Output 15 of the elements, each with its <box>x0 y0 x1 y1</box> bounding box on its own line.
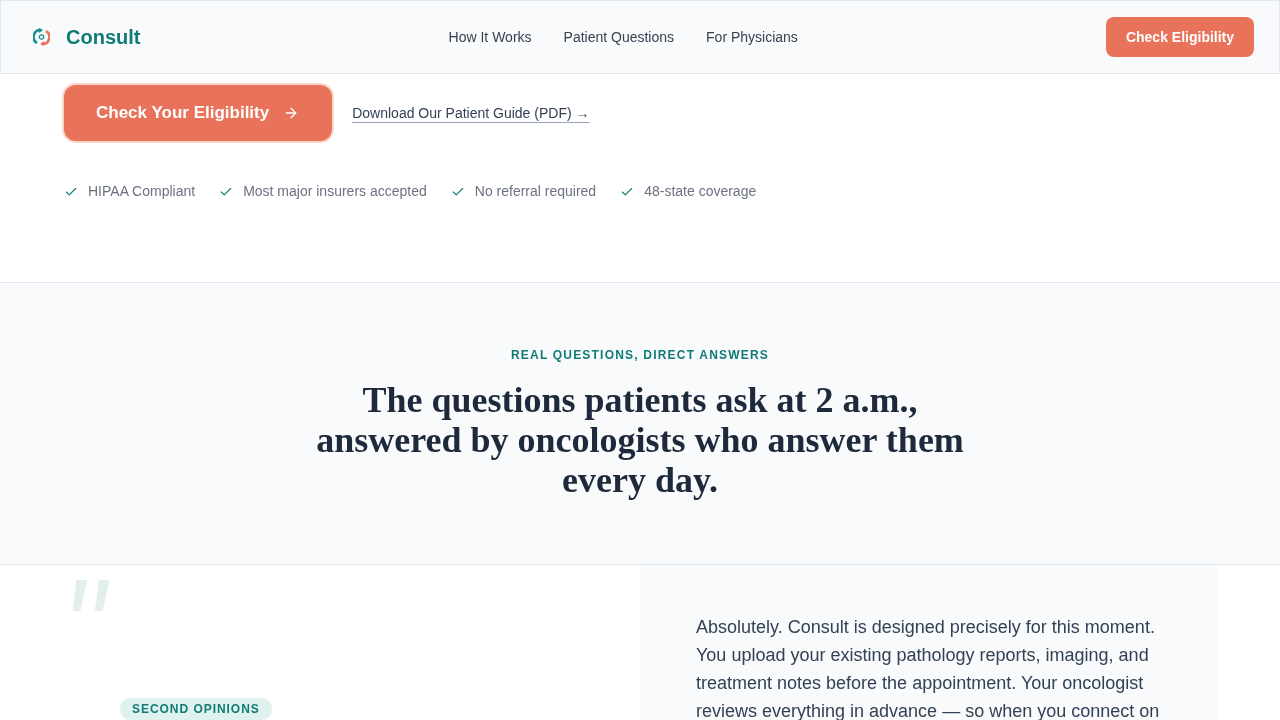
section-heading: The questions patients ask at 2 a.m., answered by oncologists who answer them every day. <box>315 380 965 500</box>
logo-icon <box>33 27 50 47</box>
nav-link[interactable]: How It Works <box>448 26 532 48</box>
nav-link[interactable]: For Physicians <box>706 26 798 48</box>
trust-item: 48-state coverage <box>644 182 757 201</box>
topic-tag: SECOND OPINIONS <box>120 698 272 720</box>
trust-item: No referral required <box>474 182 597 201</box>
brand-name: Consult <box>66 25 141 50</box>
trust-item: HIPAA Compliant <box>88 182 196 201</box>
patient-guide-link[interactable]: Download Our Patient Guide (PDF) → <box>352 102 590 124</box>
nav-link[interactable]: Patient Questions <box>563 26 675 48</box>
quote-mark-icon <box>70 580 110 611</box>
section-eyebrow: REAL QUESTIONS, DIRECT ANSWERS <box>511 347 769 363</box>
answer-text: Absolutely. Consult is designed precisely for this moment. You upload your existing pathology reports, imaging, and treatment notes before the appointment. Your oncologist reviews everything in advance — so when you connect on <box>696 616 1161 720</box>
trust-item: Most major insurers accepted <box>243 182 427 201</box>
